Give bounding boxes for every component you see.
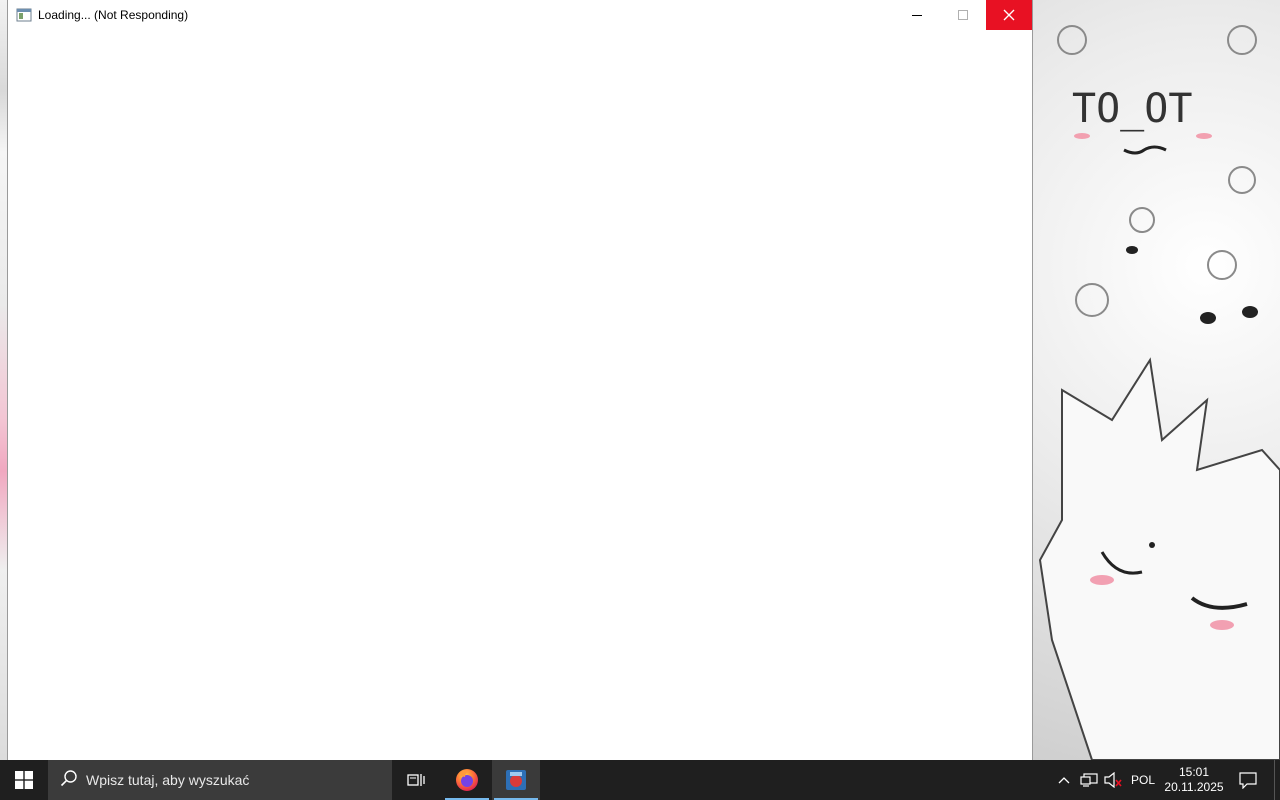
network-status-button[interactable] bbox=[1078, 760, 1100, 800]
taskbar-app-active[interactable] bbox=[492, 760, 540, 800]
wallpaper-left-edge bbox=[0, 0, 8, 760]
action-center-button[interactable] bbox=[1232, 760, 1264, 800]
network-icon bbox=[1080, 773, 1098, 787]
wallpaper: TO_OT bbox=[1032, 0, 1280, 760]
task-view-button[interactable] bbox=[392, 760, 440, 800]
volume-button[interactable] bbox=[1102, 760, 1124, 800]
taskbar-search-box[interactable]: Wpisz tutaj, aby wyszukać bbox=[48, 760, 392, 800]
search-placeholder: Wpisz tutaj, aby wyszukać bbox=[86, 772, 250, 788]
close-icon bbox=[1003, 9, 1015, 21]
task-view-icon bbox=[407, 774, 425, 786]
chevron-up-icon bbox=[1058, 777, 1070, 784]
wallpaper-text: TO_OT bbox=[1072, 86, 1192, 132]
wallpaper-art: TO_OT bbox=[1038, 25, 1280, 760]
volume-muted-icon bbox=[1104, 772, 1122, 788]
maximize-icon bbox=[958, 10, 968, 20]
close-button[interactable] bbox=[986, 0, 1032, 30]
search-icon bbox=[60, 769, 78, 791]
window-content-area[interactable] bbox=[8, 30, 1032, 760]
app-icon bbox=[506, 770, 526, 790]
windows-logo-icon bbox=[15, 771, 33, 789]
app-window-icon bbox=[16, 7, 32, 23]
clock[interactable]: 15:01 20.11.2025 bbox=[1162, 760, 1226, 800]
clock-date: 20.11.2025 bbox=[1164, 780, 1224, 794]
show-hidden-icons-button[interactable] bbox=[1052, 760, 1076, 800]
firefox-icon bbox=[456, 769, 478, 791]
clock-time: 15:01 bbox=[1178, 765, 1210, 779]
maximize-button[interactable] bbox=[940, 0, 986, 30]
input-language-indicator[interactable]: POL bbox=[1126, 760, 1160, 800]
taskbar-app-firefox[interactable] bbox=[443, 760, 491, 800]
taskbar: Wpisz tutaj, aby wyszukać POL 15:01 20.1… bbox=[0, 760, 1280, 800]
minimize-icon bbox=[912, 15, 922, 16]
notifications-icon bbox=[1239, 772, 1257, 789]
title-bar[interactable]: Loading... (Not Responding) bbox=[8, 0, 1032, 30]
desktop: TO_OT Loading... (Not Responding) bbox=[0, 0, 1280, 760]
show-desktop-button[interactable] bbox=[1274, 760, 1280, 800]
minimize-button[interactable] bbox=[894, 0, 940, 30]
window-title: Loading... (Not Responding) bbox=[38, 8, 189, 22]
app-window[interactable]: Loading... (Not Responding) bbox=[8, 0, 1032, 760]
start-button[interactable] bbox=[0, 760, 48, 800]
